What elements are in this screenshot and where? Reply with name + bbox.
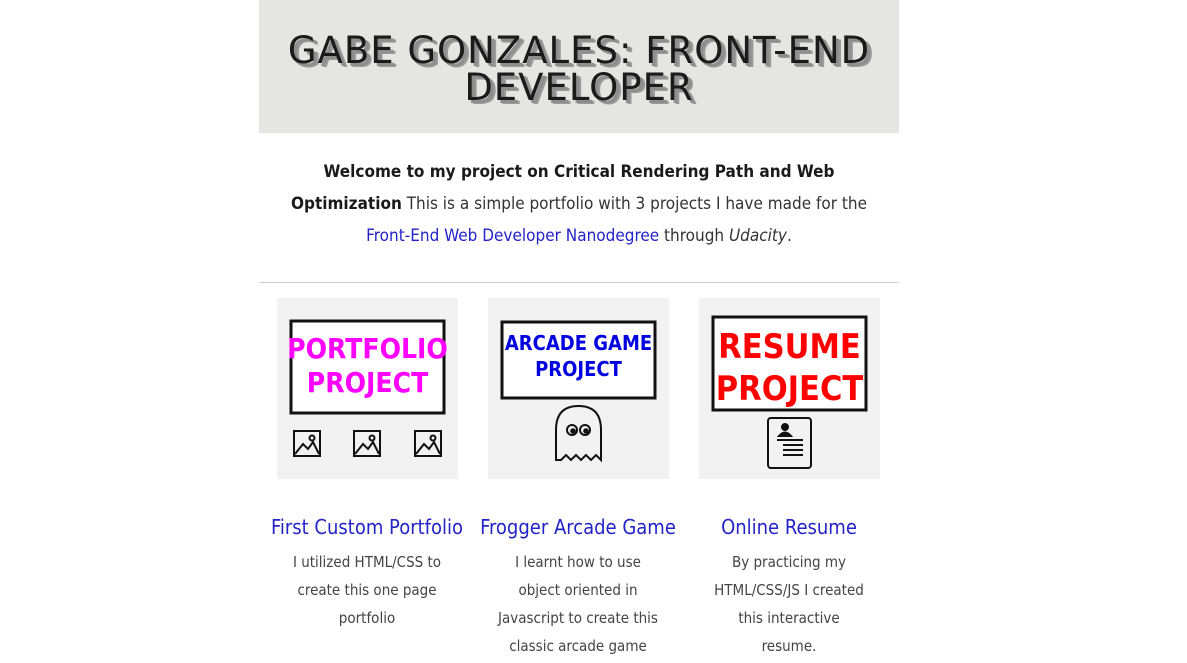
resume-document-icon <box>766 417 812 469</box>
project-desc-portfolio: I utilized HTML/CSS to create this one p… <box>292 553 442 627</box>
nanodegree-link[interactable]: Front-End Web Developer Nanodegree <box>366 226 659 246</box>
arcade-thumbnail-link[interactable]: ARCADE GAME PROJECT <box>478 298 678 479</box>
project-card-arcade: ARCADE GAME PROJECT Frogger Arcade Game … <box>478 298 678 660</box>
resume-thumbnail: RESUME PROJECT <box>698 298 880 479</box>
portfolio-thumbnail: PORTFOLIO PROJECT <box>276 298 458 479</box>
project-title-resume[interactable]: Online Resume <box>689 512 889 542</box>
project-title-portfolio[interactable]: First Custom Portfolio <box>267 512 467 542</box>
portfolio-sign-line1: PORTFOLIO <box>287 332 448 365</box>
resume-thumbnail-link[interactable]: RESUME PROJECT <box>689 298 889 479</box>
project-desc-resume: By practicing my HTML/CSS/JS I created t… <box>714 553 864 655</box>
image-icon <box>413 430 442 457</box>
project-title-arcade[interactable]: Frogger Arcade Game <box>478 512 678 542</box>
project-desc-arcade: I learnt how to use object oriented in J… <box>498 553 658 655</box>
projects-grid: PORTFOLIO PROJECT First Custom Portfolio… <box>259 283 899 663</box>
intro-text-2: through <box>659 226 729 246</box>
ghost-icon <box>554 404 602 463</box>
image-icon <box>292 430 321 457</box>
arcade-sign-line1: ARCADE GAME <box>504 331 651 355</box>
arcade-sign-line2: PROJECT <box>535 357 623 381</box>
portfolio-thumbnail-link[interactable]: PORTFOLIO PROJECT <box>267 298 467 479</box>
intro-paragraph: Welcome to my project on Critical Render… <box>279 133 879 252</box>
arcade-thumbnail: ARCADE GAME PROJECT <box>487 298 669 479</box>
portfolio-sign-line2: PROJECT <box>306 366 428 399</box>
image-icon <box>352 430 381 457</box>
page-container: GABE GONZALES: FRONT-END DEVELOPER Welco… <box>259 0 899 663</box>
project-card-resume: RESUME PROJECT Online Resume By practici… <box>689 298 889 660</box>
intro-text-3: . <box>786 226 792 246</box>
project-card-portfolio: PORTFOLIO PROJECT First Custom Portfolio… <box>267 298 467 632</box>
resume-sign-line1: RESUME <box>718 327 861 367</box>
udacity-name: Udacity <box>728 226 787 246</box>
site-header: GABE GONZALES: FRONT-END DEVELOPER <box>259 0 899 133</box>
resume-sign-line2: PROJECT <box>715 369 863 409</box>
site-title: GABE GONZALES: FRONT-END DEVELOPER <box>287 28 871 109</box>
intro-text-1: This is a simple portfolio with 3 projec… <box>401 194 867 214</box>
